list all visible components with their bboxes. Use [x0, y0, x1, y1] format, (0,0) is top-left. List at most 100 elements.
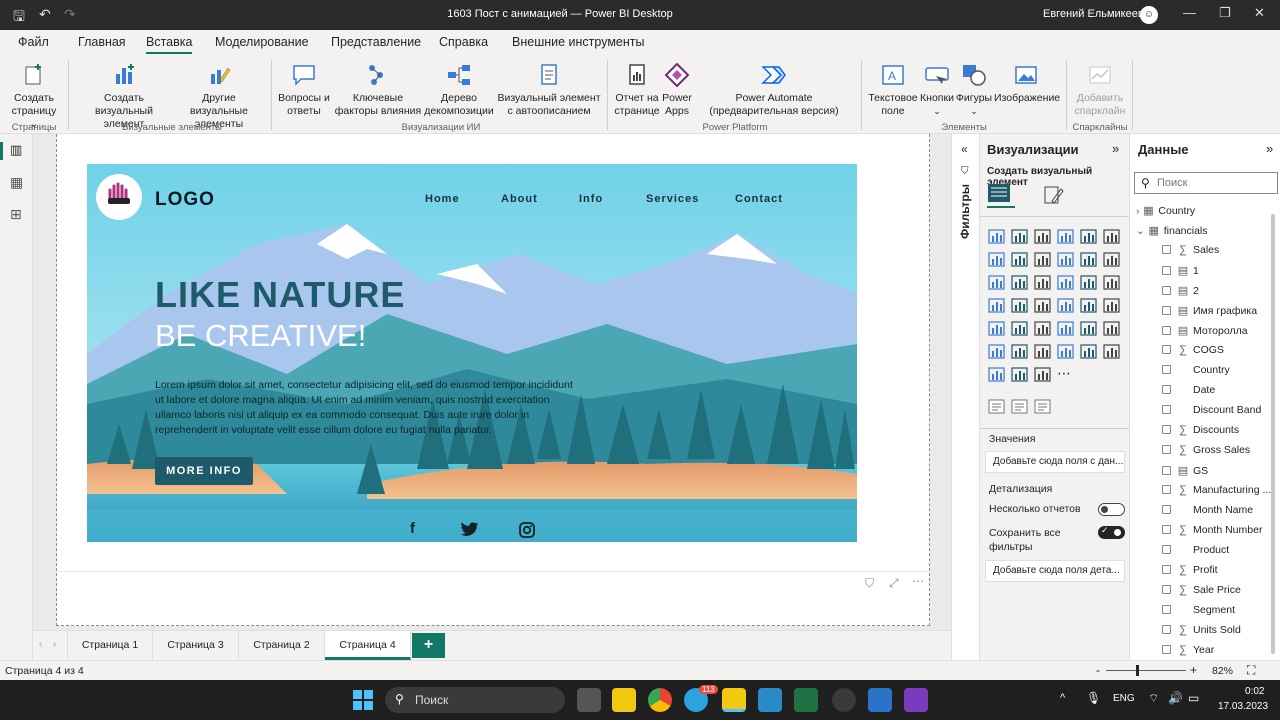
task-view-icon[interactable] [577, 688, 601, 712]
hero-image-visual[interactable]: LOGO Home About Info Services Contact LI… [87, 164, 857, 542]
viz-100-column-icon[interactable] [1103, 229, 1120, 244]
decomp-tree-button[interactable]: Дерево декомпозиции [424, 62, 494, 118]
more-options-icon[interactable]: ⋯ [912, 574, 924, 588]
field-item[interactable]: ∑ Manufacturing ... [1162, 484, 1271, 504]
wifi-icon[interactable]: ⌔ [1148, 691, 1159, 706]
data-search-input[interactable] [1157, 175, 1275, 191]
viz-qa-visual-icon[interactable] [1057, 344, 1074, 359]
close-icon[interactable]: ✕ [1254, 5, 1265, 21]
field-checkbox[interactable] [1162, 425, 1171, 434]
filter-icon[interactable]: ⛉ [865, 576, 874, 591]
field-checkbox[interactable] [1162, 605, 1171, 614]
zoom-out-icon[interactable]: - [1096, 663, 1100, 677]
viz-line-stacked-column-icon[interactable] [1080, 252, 1097, 267]
custom-visual-2-icon[interactable] [1011, 399, 1028, 414]
windows-start-icon[interactable] [353, 690, 373, 710]
field-checkbox[interactable] [1162, 645, 1171, 654]
collapse-viz-icon[interactable]: » [1112, 141, 1119, 156]
clock-app-icon[interactable] [832, 688, 856, 712]
volume-icon[interactable]: 🔊 [1168, 691, 1183, 705]
field-item[interactable]: Product [1162, 544, 1229, 564]
viz-metrics-icon[interactable] [1103, 344, 1120, 359]
field-checkbox[interactable] [1162, 525, 1171, 534]
viz-stacked-area-icon[interactable] [1034, 252, 1051, 267]
buttons-button[interactable]: Кнопки ⌄ [920, 62, 954, 118]
collapse-data-icon[interactable]: » [1266, 141, 1273, 156]
taskbar-search[interactable]: ⚲ Поиск [385, 687, 565, 713]
field-item[interactable]: Date [1162, 384, 1215, 404]
viz-power-automate-visual-icon[interactable] [1034, 367, 1051, 382]
focus-mode-icon[interactable]: ⤢ [889, 576, 899, 591]
tab-page-3[interactable]: Страница 3 [153, 631, 239, 660]
image-button[interactable]: Изображение [994, 62, 1060, 105]
viz-line-icon[interactable] [988, 252, 1005, 267]
viz-r-visual-icon[interactable] [1103, 321, 1120, 336]
field-checkbox[interactable] [1162, 625, 1171, 634]
custom-visual-3-icon[interactable] [1034, 399, 1051, 414]
field-checkbox[interactable] [1162, 306, 1171, 315]
report-view-icon[interactable]: ▥ [10, 142, 22, 158]
nav-about[interactable]: About [501, 193, 538, 205]
field-item[interactable]: ∑ Units Sold [1162, 624, 1241, 644]
custom-visual-1-icon[interactable] [988, 399, 1005, 414]
field-checkbox[interactable] [1162, 286, 1171, 295]
minimize-icon[interactable]: — [1183, 5, 1196, 20]
viz-donut-icon[interactable] [1080, 275, 1097, 290]
viz-map-icon[interactable] [988, 298, 1005, 313]
model-view-icon[interactable]: ⊞ [10, 206, 22, 223]
field-checkbox[interactable] [1162, 365, 1171, 374]
viz-line-column-icon[interactable] [1057, 252, 1074, 267]
multi-reports-toggle[interactable] [1098, 503, 1125, 516]
power-apps-button[interactable]: Power Apps [660, 62, 694, 118]
field-item[interactable]: ∑ Sale Price [1162, 584, 1241, 604]
chrome-icon[interactable] [648, 688, 672, 712]
notepad-icon[interactable] [758, 688, 782, 712]
viz-waterfall-icon[interactable] [988, 275, 1005, 290]
file-explorer-icon[interactable] [612, 688, 636, 712]
excel-icon[interactable] [794, 688, 818, 712]
field-checkbox[interactable] [1162, 545, 1171, 554]
menu-home[interactable]: Главная [78, 35, 126, 49]
viz-table-icon[interactable] [1057, 321, 1074, 336]
viz-key-influencers-icon[interactable] [1011, 344, 1028, 359]
expand-filters-icon[interactable]: « [961, 142, 968, 156]
viz-kpi-icon[interactable] [1011, 321, 1028, 336]
viz-pie-icon[interactable] [1057, 275, 1074, 290]
viz-stacked-bar-icon[interactable] [988, 229, 1005, 244]
viz-narrative-icon[interactable] [1080, 344, 1097, 359]
add-sparkline-button[interactable]: Добавить спарклайн [1070, 62, 1130, 118]
field-checkbox[interactable] [1162, 326, 1171, 335]
values-well[interactable]: Добавьте сюда поля с дан... [985, 451, 1125, 473]
field-checkbox[interactable] [1162, 585, 1171, 594]
menu-file[interactable]: Файл [18, 35, 49, 49]
viz-clustered-column-icon[interactable] [1057, 229, 1074, 244]
build-visual-tab[interactable] [987, 182, 1015, 208]
field-item[interactable]: Discount Band [1162, 404, 1261, 424]
field-item[interactable]: Segment [1162, 604, 1235, 624]
drillthrough-well[interactable]: Добавьте сюда поля дета... [985, 560, 1125, 582]
zoom-slider[interactable] [1106, 665, 1186, 676]
field-item[interactable]: ∑ Profit [1162, 564, 1218, 584]
viz-gauge-icon[interactable] [1080, 298, 1097, 313]
viz-python-visual-icon[interactable] [988, 344, 1005, 359]
format-visual-tab[interactable] [1042, 184, 1066, 209]
field-item[interactable]: ∑ Discounts [1162, 424, 1239, 444]
field-item[interactable]: ▤ 1 [1162, 264, 1199, 284]
menu-view[interactable]: Представление [331, 35, 421, 49]
field-checkbox[interactable] [1162, 505, 1171, 514]
new-visual-button[interactable]: Создать визуальный элемент [74, 62, 174, 131]
data-search[interactable]: ⚲ [1134, 172, 1278, 194]
field-checkbox[interactable] [1162, 485, 1171, 494]
prev-page-icon[interactable]: ‹ [39, 639, 42, 650]
table-country[interactable]: › ▦ Country [1136, 204, 1195, 224]
viz-stacked-column-icon[interactable] [1011, 229, 1028, 244]
power-automate-button[interactable]: Power Automate (предварительная версия) [692, 62, 856, 118]
video-editor-icon[interactable] [904, 688, 928, 712]
filters-pane-collapsed[interactable]: « ⛉ Фильтры [951, 134, 979, 660]
field-item[interactable]: ∑ Gross Sales [1162, 444, 1250, 464]
nav-info[interactable]: Info [579, 193, 603, 205]
key-influencers-button[interactable]: Ключевые факторы влияния [332, 62, 424, 118]
tab-page-4[interactable]: Страница 4 [325, 631, 411, 660]
viz-power-apps-icon[interactable] [1011, 367, 1028, 382]
microphone-icon[interactable]: 🎙 [1086, 691, 1101, 705]
